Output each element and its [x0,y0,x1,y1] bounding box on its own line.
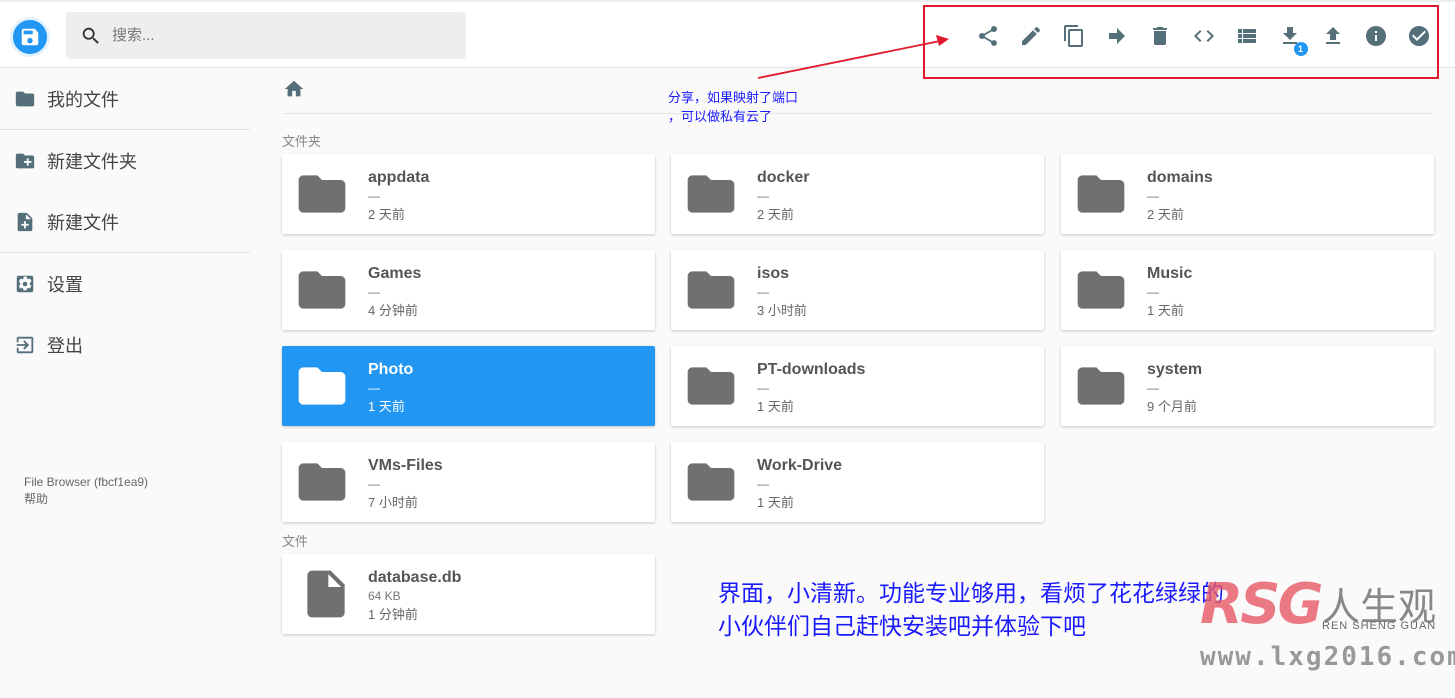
folder-card[interactable]: docker — 2 天前 [671,154,1044,234]
search-input[interactable] [112,27,442,44]
sidebar-item-my-files[interactable]: 我的文件 [0,68,250,129]
folder-icon [683,262,739,318]
folder-card[interactable]: Games — 4 分钟前 [282,250,655,330]
folder-card[interactable]: PT-downloads — 1 天前 [671,346,1044,426]
item-name: database.db [368,569,462,586]
folder-card[interactable]: appdata — 2 天前 [282,154,655,234]
home-icon[interactable] [283,78,305,100]
item-modified: 2 天前 [368,207,405,222]
folder-icon [294,166,350,222]
folder-icon [1073,358,1129,414]
watermark-pinyin: REN SHENG GUAN [1322,620,1437,632]
folders-section-label: 文件夹 [282,134,322,149]
item-name: isos [757,265,790,282]
item-size: — [368,381,380,395]
folder-icon [1073,262,1129,318]
item-name: Photo [368,361,414,378]
folder-icon [683,358,739,414]
item-name: system [1147,361,1203,378]
item-modified: 1 天前 [1147,303,1184,318]
folder-card[interactable]: system — 9 个月前 [1061,346,1434,426]
folder-icon [294,358,350,414]
item-modified: 2 天前 [757,207,794,222]
item-modified: 2 天前 [1147,207,1184,222]
share-annotation: 分享，如果映射了端口 ，可以做私有云了 [668,88,798,126]
item-size: — [1147,189,1159,203]
item-modified: 1 分钟前 [368,607,418,622]
search-bar[interactable] [66,12,466,59]
item-modified: 3 小时前 [757,303,807,318]
folder-card[interactable]: Photo — 1 天前 [282,346,655,426]
watermark-logo: RSG [1200,572,1323,637]
folder-card[interactable]: Work-Drive — 1 天前 [671,442,1044,522]
item-size: — [368,285,380,299]
sidebar-item-new-file[interactable]: 新建文件 [0,191,250,252]
item-name: Work-Drive [757,457,843,474]
item-modified: 1 天前 [757,399,794,414]
search-icon [82,27,99,44]
item-size: — [757,189,769,203]
item-modified: 7 小时前 [368,495,418,510]
watermark: RSG 人生观 REN SHENG GUAN [1200,572,1436,637]
files-section-label: 文件 [282,534,309,549]
item-name: Games [368,265,422,282]
help-link[interactable]: 帮助 [24,491,148,508]
sidebar-item-label: 我的文件 [47,89,119,110]
item-modified: 1 天前 [757,495,794,510]
file-card[interactable]: database.db 64 KB 1 分钟前 [282,554,655,634]
folder-icon [1073,166,1129,222]
item-size: — [368,477,380,491]
folder-icon [294,454,350,510]
folder-card[interactable]: Music — 1 天前 [1061,250,1434,330]
item-size: — [757,285,769,299]
app-logo[interactable] [10,17,50,57]
file-icon [298,566,354,622]
sidebar-item-settings[interactable]: 设置 [0,253,250,314]
item-name: appdata [368,169,430,186]
folder-icon [683,454,739,510]
item-name: Music [1147,265,1193,282]
item-size: — [368,189,380,203]
item-name: PT-downloads [757,361,866,378]
watermark-url: www.lxg2016.com [1200,642,1455,672]
sidebar-item-logout[interactable]: 登出 [0,314,250,375]
floppy-disk-icon [21,28,39,46]
share-annotation-line: ，可以做私有云了 [668,109,773,124]
sidebar-item-label: 新建文件夹 [47,151,137,172]
folder-card[interactable]: VMs-Files — 7 小时前 [282,442,655,522]
credits: File Browser (fbcf1ea9) 帮助 [24,474,148,508]
folder-icon [683,166,739,222]
sidebar-item-label: 新建文件 [47,212,119,233]
toolbar-highlight-box [923,5,1439,79]
sidebar-item-label: 设置 [47,274,83,295]
sidebar-item-label: 登出 [47,335,83,356]
item-name: docker [757,169,810,186]
share-annotation-line: 分享，如果映射了端口 [668,90,799,105]
settings-icon [16,275,34,292]
comment-annotation-line: 小伙伴们自己赶快安装吧并体验下吧 [718,613,1086,639]
sidebar-item-new-folder[interactable]: 新建文件夹 [0,130,250,191]
comment-annotation-line: 界面，小清新。功能专业够用，看烦了花花绿绿的 [718,580,1224,606]
item-size: 64 KB [368,589,401,603]
item-modified: 4 分钟前 [368,303,418,318]
logout-icon [16,336,34,353]
item-size: — [1147,381,1159,395]
item-modified: 1 天前 [368,399,405,414]
breadcrumb [283,78,1433,114]
new-file-icon [17,212,33,231]
folder-card[interactable]: isos — 3 小时前 [671,250,1044,330]
folder-card[interactable]: domains — 2 天前 [1061,154,1434,234]
new-folder-icon [15,153,35,168]
folder-icon [294,262,350,318]
version-text: File Browser (fbcf1ea9) [24,475,149,489]
item-size: — [757,381,769,395]
item-name: VMs-Files [368,457,443,474]
item-name: domains [1147,169,1213,186]
item-modified: 9 个月前 [1147,399,1197,414]
item-size: — [757,477,769,491]
sidebar: 我的文件 新建文件夹 新建文件 设置 登出 File Browser (fbcf… [0,68,250,506]
item-size: — [1147,285,1159,299]
comment-annotation: 界面，小清新。功能专业够用，看烦了花花绿绿的 小伙伴们自己赶快安装吧并体验下吧 [718,577,1224,643]
folder-icon [15,91,35,106]
